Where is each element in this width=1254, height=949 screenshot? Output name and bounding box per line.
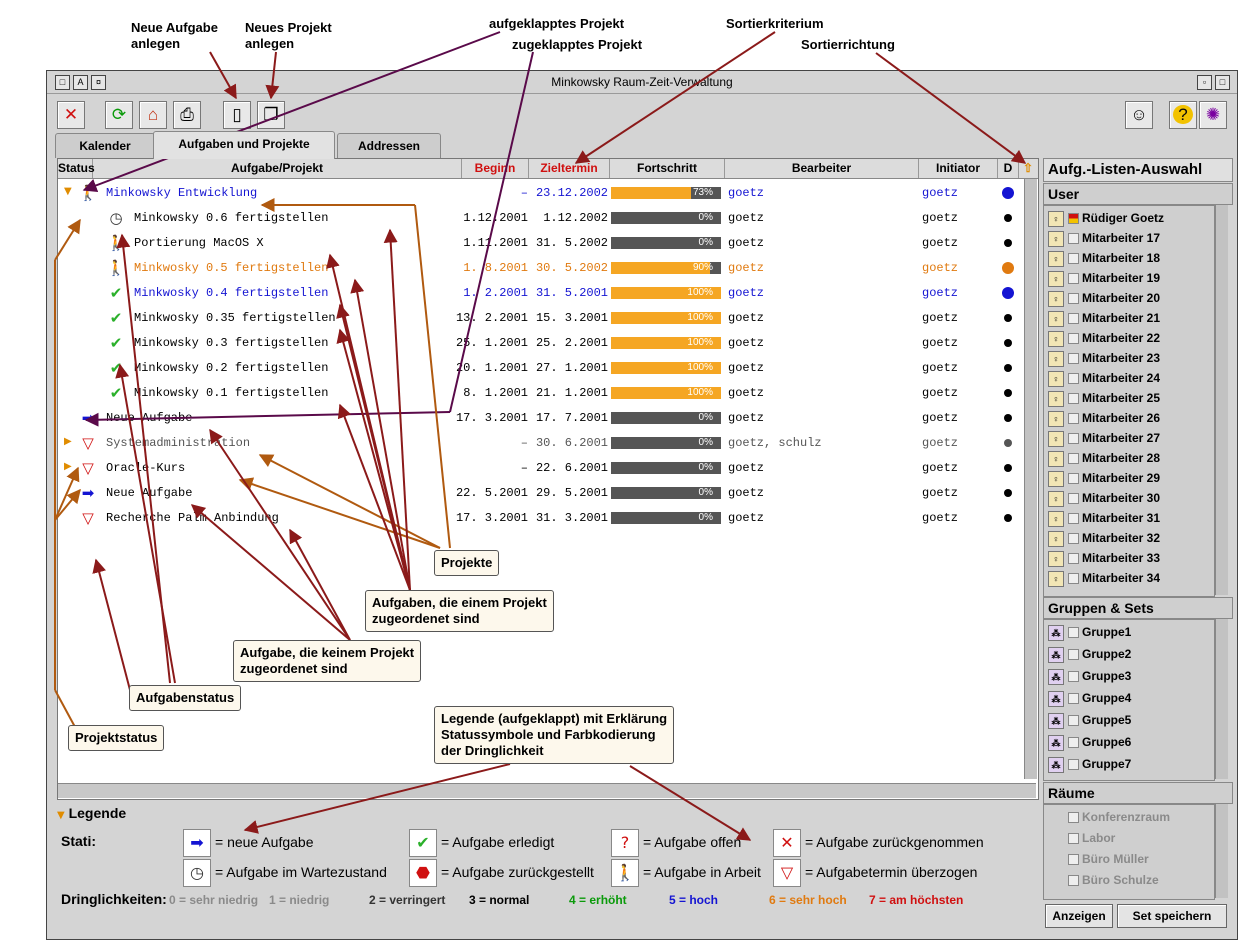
callout-tasks-in-project: Aufgaben, die einem Projekt zugeordenet … (365, 590, 554, 632)
tab-tasks-projects[interactable]: Aufgaben und Projekte (153, 131, 335, 159)
callout-tasks-no-project: Aufgabe, die keinem Projekt zugeordenet … (233, 640, 422, 682)
callout-project-status: Projektstatus (68, 725, 165, 751)
callout-legend-note: Legende (aufgeklappt) mit Erklärung Stat… (434, 706, 675, 764)
callout-projects: Projekte (434, 550, 500, 576)
callout-task-status: Aufgabenstatus (129, 685, 242, 711)
